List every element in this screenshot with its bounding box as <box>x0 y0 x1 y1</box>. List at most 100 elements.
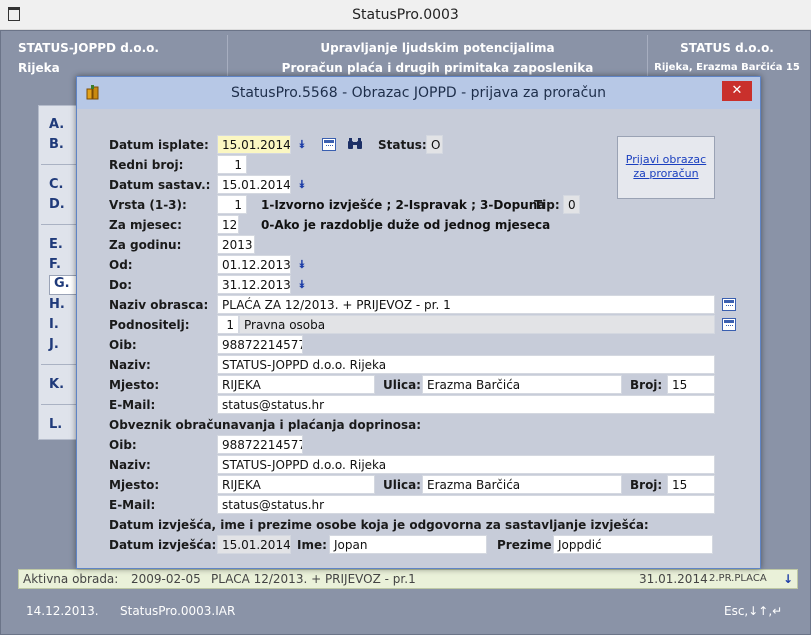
obv-broj-label: Broj: <box>630 478 663 492</box>
obv-broj-field[interactable]: 15 <box>667 475 715 494</box>
obv-naziv-field[interactable]: STATUS-JOPPD d.o.o. Rijeka <box>217 455 715 474</box>
binoculars-icon[interactable] <box>347 137 363 151</box>
menu-item-b[interactable]: B. <box>49 137 64 152</box>
active-process-date: 2009-02-05 <box>131 572 201 586</box>
podnositelj-code-field[interactable]: 1 <box>217 315 239 334</box>
active-process-dropdown-icon[interactable]: ↓ <box>783 572 793 586</box>
active-process-type: 2.PR.PLACA <box>709 573 767 584</box>
redni-broj-label: Redni broj: <box>109 158 184 172</box>
status-program: StatusPro.0003.IAR <box>120 604 236 618</box>
datum-sastav-label: Datum sastav.: <box>109 178 211 192</box>
obv-naziv-label: Naziv: <box>109 458 151 472</box>
dialog-title: StatusPro.5568 - Obrazac JOPPD - prijava… <box>230 85 607 101</box>
obv-email-field[interactable]: status@status.hr <box>217 495 715 514</box>
za-mjesec-field[interactable]: 12 <box>217 215 239 234</box>
obv-ulica-label: Ulica: <box>383 478 421 492</box>
active-process-end-date: 31.01.2014 <box>639 572 708 586</box>
za-godinu-label: Za godinu: <box>109 238 182 252</box>
datum-isplate-label: Datum isplate: <box>109 138 209 152</box>
datum-isplate-picker-icon[interactable]: ⯯ <box>297 139 307 151</box>
oib-field[interactable]: 98872214577 <box>217 335 303 354</box>
menu-item-g[interactable]: G. <box>49 275 77 295</box>
od-field[interactable]: 01.12.2013 <box>217 255 291 274</box>
window-titlebar: StatusPro.0003 <box>0 0 811 30</box>
naziv-obrasca-field[interactable]: PLAĆA ZA 12/2013. + PRIJEVOZ - pr. 1 <box>217 295 715 314</box>
vendor-name: STATUS d.o.o. <box>680 41 774 55</box>
datum-izvjesca-field[interactable]: 15.01.2014 <box>217 535 291 554</box>
redni-broj-field[interactable]: 1 <box>217 155 247 174</box>
do-field[interactable]: 31.12.2013 <box>217 275 291 294</box>
obv-mjesto-field[interactable]: RIJEKA <box>217 475 375 494</box>
menu-item-j[interactable]: J. <box>49 337 59 352</box>
company-city: Rijeka <box>18 61 60 75</box>
active-process-row[interactable]: Aktivna obrada: 2009-02-05 PLACA 12/2013… <box>18 569 798 589</box>
datum-isplate-field[interactable]: 15.01.2014 <box>217 135 291 154</box>
module-line-2: Proračun plaća i drugih primitaka zaposl… <box>281 61 594 75</box>
calendar-icon[interactable] <box>322 138 336 151</box>
menu-item-h[interactable]: H. <box>49 297 65 312</box>
menu-item-d[interactable]: D. <box>49 197 65 212</box>
prezime-field[interactable]: Joppdić <box>553 535 713 554</box>
joppd-dialog: StatusPro.5568 - Obrazac JOPPD - prijava… <box>76 76 761 569</box>
active-process-name: PLACA 12/2013. + PRIJEVOZ - pr.1 <box>211 572 416 586</box>
vrsta-label: Vrsta (1-3): <box>109 198 187 212</box>
module-line-1: Upravljanje ljudskim potencijalima <box>320 41 555 55</box>
za-godinu-field[interactable]: 2013 <box>217 235 255 254</box>
header-company: STATUS-JOPPD d.o.o. Rijeka <box>10 35 228 80</box>
status-label: Status: <box>378 138 427 152</box>
naziv-obrasca-lookup-icon[interactable] <box>722 298 736 311</box>
podnositelj-label: Podnositelj: <box>109 318 190 332</box>
prezime-label: Prezime: <box>497 538 557 552</box>
tip-label: Tip: <box>534 198 560 212</box>
vendor-address: Rijeka, Erazma Barčića 15 <box>654 62 800 73</box>
header-vendor: STATUS d.o.o. Rijeka, Erazma Barčića 15 <box>648 35 806 80</box>
naziv-obrasca-label: Naziv obrasca: <box>109 298 209 312</box>
podnositelj-lookup-icon[interactable] <box>722 318 736 331</box>
prijavi-obrazac-button[interactable]: Prijavi obrazac za proračun <box>617 136 715 199</box>
do-picker-icon[interactable]: ⯯ <box>297 279 307 291</box>
menu-item-a[interactable]: A. <box>49 117 64 132</box>
status-field[interactable]: O <box>426 135 443 154</box>
close-button[interactable]: ✕ <box>722 81 752 101</box>
podnositelj-name-field: Pravna osoba <box>239 315 715 334</box>
izvjesce-section-title: Datum izvješća, ime i prezime osobe koja… <box>109 518 649 532</box>
ulica-label: Ulica: <box>383 378 421 392</box>
od-label: Od: <box>109 258 133 272</box>
ime-field[interactable]: Jopan <box>329 535 487 554</box>
oib-label: Oib: <box>109 338 137 352</box>
datum-izvjesca-label: Datum izvješća: <box>109 538 217 552</box>
obv-oib-label: Oib: <box>109 438 137 452</box>
menu-item-f[interactable]: F. <box>49 257 61 272</box>
header-module: Upravljanje ljudskim potencijalima Prora… <box>228 35 648 80</box>
menu-item-k[interactable]: K. <box>49 377 64 392</box>
mjesto-label: Mjesto: <box>109 378 160 392</box>
datum-sastav-picker-icon[interactable]: ⯯ <box>297 179 307 191</box>
do-label: Do: <box>109 278 133 292</box>
statusbar: 14.12.2013. StatusPro.0003.IAR Esc,↓↑,↵ <box>14 596 798 626</box>
obv-mjesto-label: Mjesto: <box>109 478 160 492</box>
vrsta-note: 1-Izvorno izvješće ; 2-Ispravak ; 3-Dopu… <box>261 198 546 212</box>
dialog-titlebar: StatusPro.5568 - Obrazac JOPPD - prijava… <box>77 77 760 109</box>
vrsta-field[interactable]: 1 <box>217 195 247 214</box>
email-field[interactable]: status@status.hr <box>217 395 715 414</box>
datum-sastav-field[interactable]: 15.01.2014 <box>217 175 291 194</box>
od-picker-icon[interactable]: ⯯ <box>297 259 307 271</box>
obv-oib-field[interactable]: 98872214577 <box>217 435 303 454</box>
obv-ulica-field[interactable]: Erazma Barčića <box>422 475 622 494</box>
obv-email-label: E-Mail: <box>109 498 156 512</box>
mjesto-field[interactable]: RIJEKA <box>217 375 375 394</box>
menu-item-i[interactable]: I. <box>49 317 59 332</box>
menu-item-e[interactable]: E. <box>49 237 63 252</box>
window-title: StatusPro.0003 <box>352 7 459 23</box>
status-date: 14.12.2013. <box>26 604 99 618</box>
naziv-field[interactable]: STATUS-JOPPD d.o.o. Rijeka <box>217 355 715 374</box>
status-keys: Esc,↓↑,↵ <box>724 604 783 618</box>
ulica-field[interactable]: Erazma Barčića <box>422 375 622 394</box>
menu-item-c[interactable]: C. <box>49 177 63 192</box>
tip-field[interactable]: 0 <box>563 195 580 214</box>
ime-label: Ime: <box>297 538 327 552</box>
menu-item-l[interactable]: L. <box>49 417 62 432</box>
active-process-label: Aktivna obrada: <box>23 572 119 586</box>
za-mjesec-label: Za mjesec: <box>109 218 182 232</box>
broj-field[interactable]: 15 <box>667 375 715 394</box>
